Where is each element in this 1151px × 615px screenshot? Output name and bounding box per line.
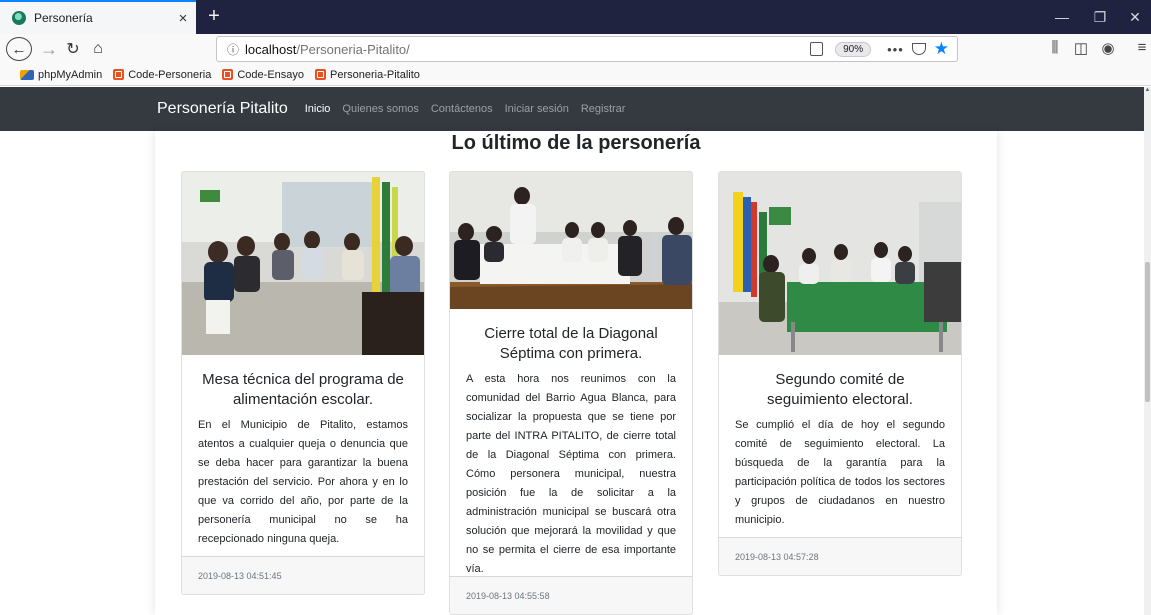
back-arrow-icon[interactable]: ← bbox=[6, 37, 32, 61]
page-actions-more-icon[interactable]: ••• bbox=[887, 42, 904, 57]
phpmyadmin-icon bbox=[20, 69, 34, 80]
news-card-title[interactable]: Cierre total de la Diagonal Séptima con … bbox=[466, 324, 676, 364]
nav-link-registrar[interactable]: Registrar bbox=[581, 103, 626, 115]
browser-toolbar: ← → ↻ ⌂ ⓘ localhost /Personeria-Pitalito… bbox=[0, 34, 1151, 64]
site-navbar: Personería Pitalito Inicio Quienes somos… bbox=[0, 87, 1144, 131]
new-tab-button[interactable]: + bbox=[203, 4, 225, 28]
news-card: Segundo comité de seguimiento electoral.… bbox=[718, 171, 962, 576]
library-icon[interactable]: ⫼ bbox=[1044, 39, 1066, 56]
news-card-text: En el Municipio de Pitalito, estamos ate… bbox=[198, 419, 408, 545]
news-card-date: 2019-08-13 04:57:28 bbox=[719, 537, 961, 575]
url-path: /Personeria-Pitalito/ bbox=[296, 41, 410, 57]
bookmark-personeria-pitalito[interactable]: Personeria-Pitalito bbox=[315, 69, 420, 81]
scrollbar-thumb[interactable] bbox=[1145, 262, 1150, 402]
news-card-text: A esta hora nos reunimos con la comunida… bbox=[466, 373, 676, 575]
news-section: Lo último de la personería Mesa técnica … bbox=[155, 131, 997, 615]
news-card-title[interactable]: Segundo comité de seguimiento electoral. bbox=[735, 370, 945, 410]
tab-title: Personería bbox=[34, 11, 93, 25]
nav-link-iniciar-sesion[interactable]: Iniciar sesión bbox=[505, 103, 569, 115]
zoom-level-badge[interactable]: 90% bbox=[835, 41, 872, 57]
menu-icon[interactable]: ≡ bbox=[1131, 39, 1151, 56]
bookmark-label: Code-Ensayo bbox=[237, 68, 305, 81]
news-photo bbox=[719, 172, 961, 355]
news-card-date: 2019-08-13 04:51:45 bbox=[182, 556, 424, 594]
nav-link-inicio[interactable]: Inicio bbox=[305, 103, 331, 115]
nav-link-contactenos[interactable]: Contáctenos bbox=[431, 103, 493, 115]
bookmarks-toolbar: phpMyAdmin Code-Personeria Code-Ensayo P… bbox=[0, 64, 1151, 86]
news-photo bbox=[182, 172, 424, 355]
news-card: Mesa técnica del programa de alimentació… bbox=[181, 171, 425, 595]
bookmark-code-ensayo[interactable]: Code-Ensayo bbox=[222, 69, 304, 81]
bookmark-code-personeria[interactable]: Code-Personeria bbox=[113, 69, 211, 81]
forward-arrow-icon[interactable]: → bbox=[40, 37, 58, 61]
bookmark-label: Code-Personeria bbox=[128, 68, 212, 81]
page-scrollbar[interactable]: ▲ bbox=[1144, 87, 1151, 615]
codeigniter-icon bbox=[315, 69, 327, 80]
news-card-text: Se cumplió el día de hoy el segundo comi… bbox=[735, 419, 945, 526]
restore-icon[interactable]: ❐ bbox=[1081, 0, 1119, 34]
reader-view-icon[interactable] bbox=[810, 42, 824, 56]
news-photo bbox=[450, 172, 692, 309]
news-card-title[interactable]: Mesa técnica del programa de alimentació… bbox=[198, 370, 408, 410]
news-card-date: 2019-08-13 04:55:58 bbox=[450, 576, 692, 614]
browser-tab[interactable]: Personería × bbox=[0, 0, 196, 34]
home-icon[interactable]: ⌂ bbox=[88, 37, 108, 61]
news-card: Cierre total de la Diagonal Séptima con … bbox=[449, 171, 693, 615]
pocket-icon[interactable] bbox=[911, 43, 926, 55]
browser-tab-strip: Personería × + — ❐ ✕ bbox=[0, 0, 1151, 34]
site-info-icon[interactable]: ⓘ bbox=[227, 41, 239, 58]
reload-icon[interactable]: ↻ bbox=[64, 37, 82, 61]
site-favicon-icon bbox=[12, 11, 26, 25]
nav-link-quienes-somos[interactable]: Quienes somos bbox=[342, 103, 418, 115]
site-brand[interactable]: Personería Pitalito bbox=[157, 100, 288, 118]
minimize-icon[interactable]: — bbox=[1043, 0, 1081, 34]
codeigniter-icon bbox=[222, 69, 234, 80]
bookmark-phpmyadmin[interactable]: phpMyAdmin bbox=[20, 69, 102, 81]
bookmark-star-icon[interactable]: ★ bbox=[934, 39, 949, 59]
address-bar[interactable]: ⓘ localhost /Personeria-Pitalito/ 90% ••… bbox=[216, 36, 958, 62]
tab-close-icon[interactable]: × bbox=[170, 10, 196, 27]
account-icon[interactable]: ◉ bbox=[1097, 39, 1119, 57]
window-close-icon[interactable]: ✕ bbox=[1116, 0, 1151, 34]
section-title: Lo último de la personería bbox=[451, 132, 701, 154]
scroll-up-icon[interactable]: ▲ bbox=[1144, 87, 1151, 97]
sidebar-icon[interactable]: ◫ bbox=[1070, 39, 1092, 57]
bookmark-label: Personeria-Pitalito bbox=[330, 68, 420, 81]
codeigniter-icon bbox=[113, 69, 125, 80]
bookmark-label: phpMyAdmin bbox=[38, 68, 103, 81]
url-host: localhost bbox=[245, 41, 297, 57]
